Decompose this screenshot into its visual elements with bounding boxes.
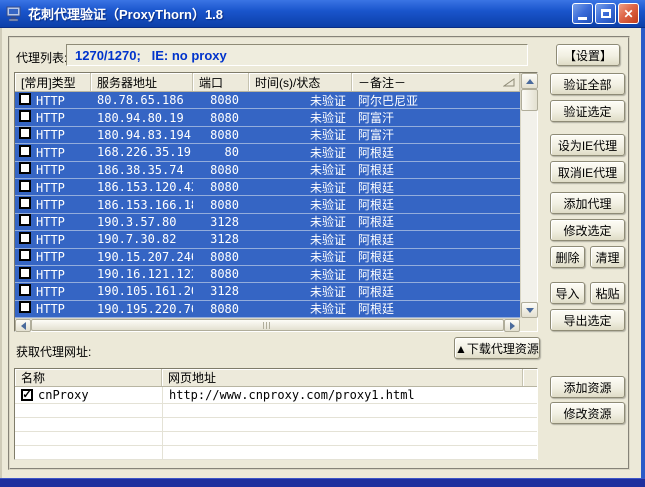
scroll-left-button[interactable] xyxy=(15,319,31,332)
horizontal-scroll-thumb[interactable] xyxy=(31,319,504,331)
resource-row[interactable]: ✓cnProxy http://www.cnproxy.com/proxy1.h… xyxy=(15,387,537,404)
proxy-row[interactable]: HTTP 190.3.57.80 3128 未验证 阿根廷 xyxy=(15,214,520,231)
clean-button[interactable]: 清理 xyxy=(590,246,625,268)
close-button[interactable]: ✕ xyxy=(618,3,639,24)
scroll-grip xyxy=(263,322,272,329)
verify-selected-button[interactable]: 验证选定 xyxy=(550,100,625,122)
app-icon xyxy=(6,6,23,22)
proxy-row[interactable]: HTTP 168.226.35.19 80 未验证 阿根廷 xyxy=(15,144,520,161)
resource-row-empty xyxy=(15,432,537,446)
proxy-list: [常用]类型 服务器地址 端口 时间(s)/状态 －备注－ HTTP 80.78… xyxy=(14,72,538,332)
header-type[interactable]: [常用]类型 xyxy=(15,73,91,91)
row-checkbox[interactable] xyxy=(19,301,31,313)
row-checkbox[interactable] xyxy=(19,214,31,226)
minimize-button[interactable] xyxy=(572,3,593,24)
row-checkbox[interactable] xyxy=(19,249,31,261)
resource-table-header: 名称 网页地址 xyxy=(15,369,537,387)
proxy-row[interactable]: HTTP 186.153.120.42 8080 未验证 阿根廷 xyxy=(15,179,520,196)
maximize-button[interactable] xyxy=(595,3,616,24)
header-port[interactable]: 端口 xyxy=(193,73,249,91)
resource-row-empty xyxy=(15,418,537,432)
settings-button[interactable]: 【设置】 xyxy=(556,44,620,66)
proxy-row[interactable]: HTTP 80.78.65.186 8080 未验证 阿尔巴尼亚 xyxy=(15,92,520,109)
header-resource-tail xyxy=(523,369,537,386)
scroll-down-button[interactable] xyxy=(521,302,538,318)
add-resource-button[interactable]: 添加资源 xyxy=(550,376,625,398)
header-remark[interactable]: －备注－ xyxy=(352,73,520,91)
header-resource-name[interactable]: 名称 xyxy=(15,369,162,386)
title-bar[interactable]: 花刺代理验证（ProxyThorn）1.8 ✕ xyxy=(0,0,645,28)
vertical-scroll-thumb[interactable] xyxy=(521,89,538,111)
proxy-row[interactable]: HTTP 190.15.207.246 8080 未验证 阿根廷 xyxy=(15,249,520,266)
resource-checkbox[interactable]: ✓ xyxy=(21,389,33,401)
row-checkbox[interactable] xyxy=(19,180,31,192)
scroll-up-button[interactable] xyxy=(521,73,538,89)
export-selected-button[interactable]: 导出选定 xyxy=(550,309,625,331)
app-window: 花刺代理验证（ProxyThorn）1.8 ✕ 代理列表: 1270/1270;… xyxy=(0,0,645,487)
maximize-icon xyxy=(601,9,611,18)
row-checkbox[interactable] xyxy=(19,145,31,157)
arrow-left-icon xyxy=(21,322,26,330)
resource-row-empty xyxy=(15,404,537,418)
row-checkbox[interactable] xyxy=(19,127,31,139)
import-button[interactable]: 导入 xyxy=(550,282,585,304)
download-proxy-resource-button[interactable]: ▲下载代理资源 xyxy=(454,337,540,359)
proxy-table-header: [常用]类型 服务器地址 端口 时间(s)/状态 －备注－ xyxy=(15,73,520,92)
horizontal-scrollbar[interactable] xyxy=(15,318,520,331)
minimize-icon xyxy=(578,17,587,20)
row-checkbox[interactable] xyxy=(19,232,31,244)
row-checkbox[interactable] xyxy=(19,162,31,174)
row-checkbox[interactable] xyxy=(19,197,31,209)
add-proxy-button[interactable]: 添加代理 xyxy=(550,192,625,214)
scrollbar-corner xyxy=(520,318,537,331)
arrow-down-icon xyxy=(526,308,534,313)
header-address[interactable]: 服务器地址 xyxy=(91,73,193,91)
verify-all-button[interactable]: 验证全部 xyxy=(550,73,625,95)
proxy-row[interactable]: HTTP 180.94.80.19 8080 未验证 阿富汗 xyxy=(15,109,520,126)
set-ie-proxy-button[interactable]: 设为IE代理 xyxy=(550,134,625,156)
paste-button[interactable]: 粘贴 xyxy=(590,282,625,304)
proxy-rows: HTTP 80.78.65.186 8080 未验证 阿尔巴尼亚 HTTP 18… xyxy=(15,92,520,318)
cancel-ie-proxy-button[interactable]: 取消IE代理 xyxy=(550,161,625,183)
get-proxy-url-label: 获取代理网址: xyxy=(16,343,91,360)
window-title: 花刺代理验证（ProxyThorn）1.8 xyxy=(28,4,572,23)
proxy-row[interactable]: HTTP 180.94.83.194 8080 未验证 阿富汗 xyxy=(15,127,520,144)
window-frame-left xyxy=(0,28,2,478)
proxy-row[interactable]: HTTP 190.105.161.208 3128 未验证 阿根廷 xyxy=(15,283,520,300)
modify-resource-button[interactable]: 修改资源 xyxy=(550,402,625,424)
proxy-row[interactable]: HTTP 190.7.30.82 3128 未验证 阿根廷 xyxy=(15,231,520,248)
arrow-up-icon xyxy=(526,79,534,84)
window-frame-bottom xyxy=(0,478,645,487)
proxy-count-status-field: 1270/1270; IE: no proxy xyxy=(66,44,528,66)
modify-selected-button[interactable]: 修改选定 xyxy=(550,219,625,241)
proxy-row[interactable]: HTTP 186.38.35.74 8080 未验证 阿根廷 xyxy=(15,162,520,179)
resource-row-empty xyxy=(15,446,537,460)
sort-indicator-icon xyxy=(503,78,515,87)
proxy-row[interactable]: HTTP 186.153.166.188 8080 未验证 阿根廷 xyxy=(15,196,520,213)
arrow-right-icon xyxy=(510,322,515,330)
proxy-list-label: 代理列表: xyxy=(16,49,67,66)
header-resource-url[interactable]: 网页地址 xyxy=(162,369,523,386)
resource-rows: ✓cnProxy http://www.cnproxy.com/proxy1.h… xyxy=(15,387,537,460)
row-checkbox[interactable] xyxy=(19,284,31,296)
row-checkbox[interactable] xyxy=(19,110,31,122)
row-checkbox[interactable] xyxy=(19,267,31,279)
proxy-row[interactable]: HTTP 190.16.121.122 8080 未验证 阿根廷 xyxy=(15,266,520,283)
header-status[interactable]: 时间(s)/状态 xyxy=(249,73,352,91)
close-icon: ✕ xyxy=(623,7,633,21)
window-frame-right xyxy=(641,28,645,478)
proxy-row[interactable]: HTTP 190.195.220.76 8080 未验证 阿根廷 xyxy=(15,301,520,318)
row-checkbox[interactable] xyxy=(19,93,31,105)
delete-button[interactable]: 删除 xyxy=(550,246,585,268)
resource-list: 名称 网页地址 ✓cnProxy http://www.cnproxy.com/… xyxy=(14,368,538,460)
scroll-right-button[interactable] xyxy=(504,319,520,332)
vertical-scrollbar[interactable] xyxy=(520,73,537,318)
